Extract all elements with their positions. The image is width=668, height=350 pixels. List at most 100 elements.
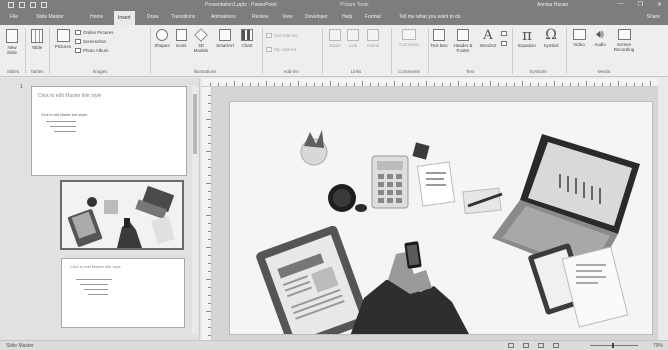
equation-button[interactable]: π Equation: [515, 27, 539, 48]
user-name[interactable]: Annisa Hasan: [537, 2, 568, 8]
save-icon[interactable]: [8, 2, 14, 8]
group-label-links: Links: [350, 69, 362, 74]
table-icon: [31, 29, 43, 43]
master-thumbnail[interactable]: Click to edit Master title style Click t…: [31, 86, 187, 176]
ruler-tick: [206, 215, 211, 216]
shapes-button[interactable]: Shapes: [153, 29, 171, 48]
ruler-tick: [226, 83, 227, 86]
photo-album-button[interactable]: Photo Album: [75, 48, 109, 53]
ruler-tick: [354, 83, 355, 86]
ruler-tick: [208, 223, 211, 224]
3d-models-button[interactable]: 3D Models: [191, 28, 211, 53]
zoom-percent[interactable]: 79%: [653, 343, 663, 349]
customize-icon[interactable]: [41, 2, 47, 8]
ruler-tick: [514, 83, 515, 86]
link-button[interactable]: Link: [346, 29, 360, 48]
chart-icon: [241, 29, 253, 41]
ruler-tick: [610, 83, 611, 86]
ruler-tick: [208, 103, 211, 104]
pi-icon: π: [522, 26, 532, 44]
close-button[interactable]: ✕: [657, 1, 662, 8]
header-footer-button[interactable]: Header & Footer: [451, 29, 475, 53]
tab-view[interactable]: View: [282, 14, 293, 20]
documents-stack: [416, 161, 456, 207]
text-extra-button[interactable]: [501, 31, 507, 36]
canvas-scrollbar[interactable]: [658, 78, 668, 340]
thumbnail-scrollbar[interactable]: [192, 86, 198, 334]
new-slide-button[interactable]: New Slide: [3, 29, 21, 55]
scroll-thumb[interactable]: [193, 94, 197, 154]
view-mode-label: Slide Master: [6, 343, 34, 349]
get-addins-button[interactable]: Get Add-ins: [266, 33, 298, 38]
tab-slide-master[interactable]: Slide Master: [36, 14, 64, 20]
tab-file[interactable]: File: [10, 14, 18, 20]
video-button[interactable]: Video: [569, 29, 589, 47]
speaker-icon: 🔊︎: [596, 27, 604, 41]
symbol-button[interactable]: Ω Symbol: [541, 27, 561, 48]
header-footer-icon: [457, 29, 469, 41]
normal-view-icon[interactable]: [523, 343, 529, 348]
comment-button[interactable]: Comment: [396, 29, 422, 47]
pictures-button[interactable]: Pictures: [53, 29, 73, 49]
reading-view-icon[interactable]: [553, 343, 559, 348]
text-line: [50, 126, 76, 127]
icons-button[interactable]: Icons: [173, 29, 189, 48]
group-label-tables: Tables: [30, 69, 44, 74]
ruler-tick: [274, 83, 275, 86]
text-box-button[interactable]: Text Box: [430, 29, 448, 48]
action-button[interactable]: Action: [364, 29, 382, 48]
ruler-tick: [458, 81, 459, 86]
online-pictures-button[interactable]: Online Pictures: [75, 30, 114, 35]
tab-insert[interactable]: Insert: [114, 11, 135, 25]
audio-button[interactable]: 🔊︎ Audio: [591, 27, 609, 47]
ruler-tick: [208, 319, 211, 320]
ruler-tick: [250, 83, 251, 86]
ribbon-tabs: File Slide Master Home Insert Draw Trans…: [0, 10, 668, 25]
ribbon-separator: [566, 28, 567, 74]
smartart-button[interactable]: SmartArt: [214, 29, 236, 48]
ruler-tick: [450, 83, 451, 86]
layout-thumbnail-selected[interactable]: [60, 180, 184, 250]
shapes-icon: [156, 29, 168, 41]
pen-card: [462, 187, 503, 215]
my-addins-button[interactable]: My Add-ins: [266, 47, 296, 52]
business-desk-photo[interactable]: [230, 102, 653, 335]
ruler-tick: [418, 83, 419, 86]
ruler-tick: [206, 279, 211, 280]
screenshot-button[interactable]: Screenshot: [75, 39, 106, 44]
minimize-button[interactable]: —: [618, 1, 624, 8]
slide-editor[interactable]: [229, 101, 653, 335]
undo-icon[interactable]: [19, 2, 25, 8]
ruler-tick: [314, 83, 315, 86]
video-icon: [572, 29, 586, 40]
zoom-slider[interactable]: [590, 343, 638, 348]
share-button[interactable]: Share: [647, 14, 660, 20]
layout-thumbnail-2[interactable]: Click to edit Master title style: [61, 258, 185, 328]
tab-format[interactable]: Format: [365, 14, 381, 20]
screen-recording-button[interactable]: Screen Recording: [610, 29, 638, 52]
ribbon-separator: [428, 28, 429, 74]
notes-icon[interactable]: [508, 343, 514, 348]
tab-review[interactable]: Review: [252, 14, 268, 20]
ruler-tick: [642, 83, 643, 86]
text-extra-button-2[interactable]: [501, 41, 507, 46]
addins-icon: [266, 47, 272, 52]
chart-button[interactable]: Chart: [238, 29, 256, 48]
redo-icon[interactable]: [30, 2, 36, 8]
tab-help[interactable]: Help: [342, 14, 352, 20]
zoom-button[interactable]: Zoom: [327, 29, 343, 48]
tell-me-box[interactable]: Tell me what you want to do: [399, 14, 461, 20]
tab-animations[interactable]: Animations: [211, 14, 236, 20]
tab-draw[interactable]: Draw: [147, 14, 159, 20]
ruler-tick: [562, 83, 563, 86]
tab-transitions[interactable]: Transitions: [171, 14, 195, 20]
table-button[interactable]: Table: [28, 29, 46, 50]
wordart-icon: A: [483, 28, 493, 43]
smartart-icon: [219, 29, 231, 41]
wordart-button[interactable]: A WordArt: [477, 28, 499, 48]
zoom-slider-handle[interactable]: [612, 343, 614, 348]
tab-home[interactable]: Home: [90, 14, 103, 20]
tab-developer[interactable]: Developer: [305, 14, 328, 20]
slide-sorter-icon[interactable]: [538, 343, 544, 348]
restore-button[interactable]: ❐: [638, 1, 643, 8]
